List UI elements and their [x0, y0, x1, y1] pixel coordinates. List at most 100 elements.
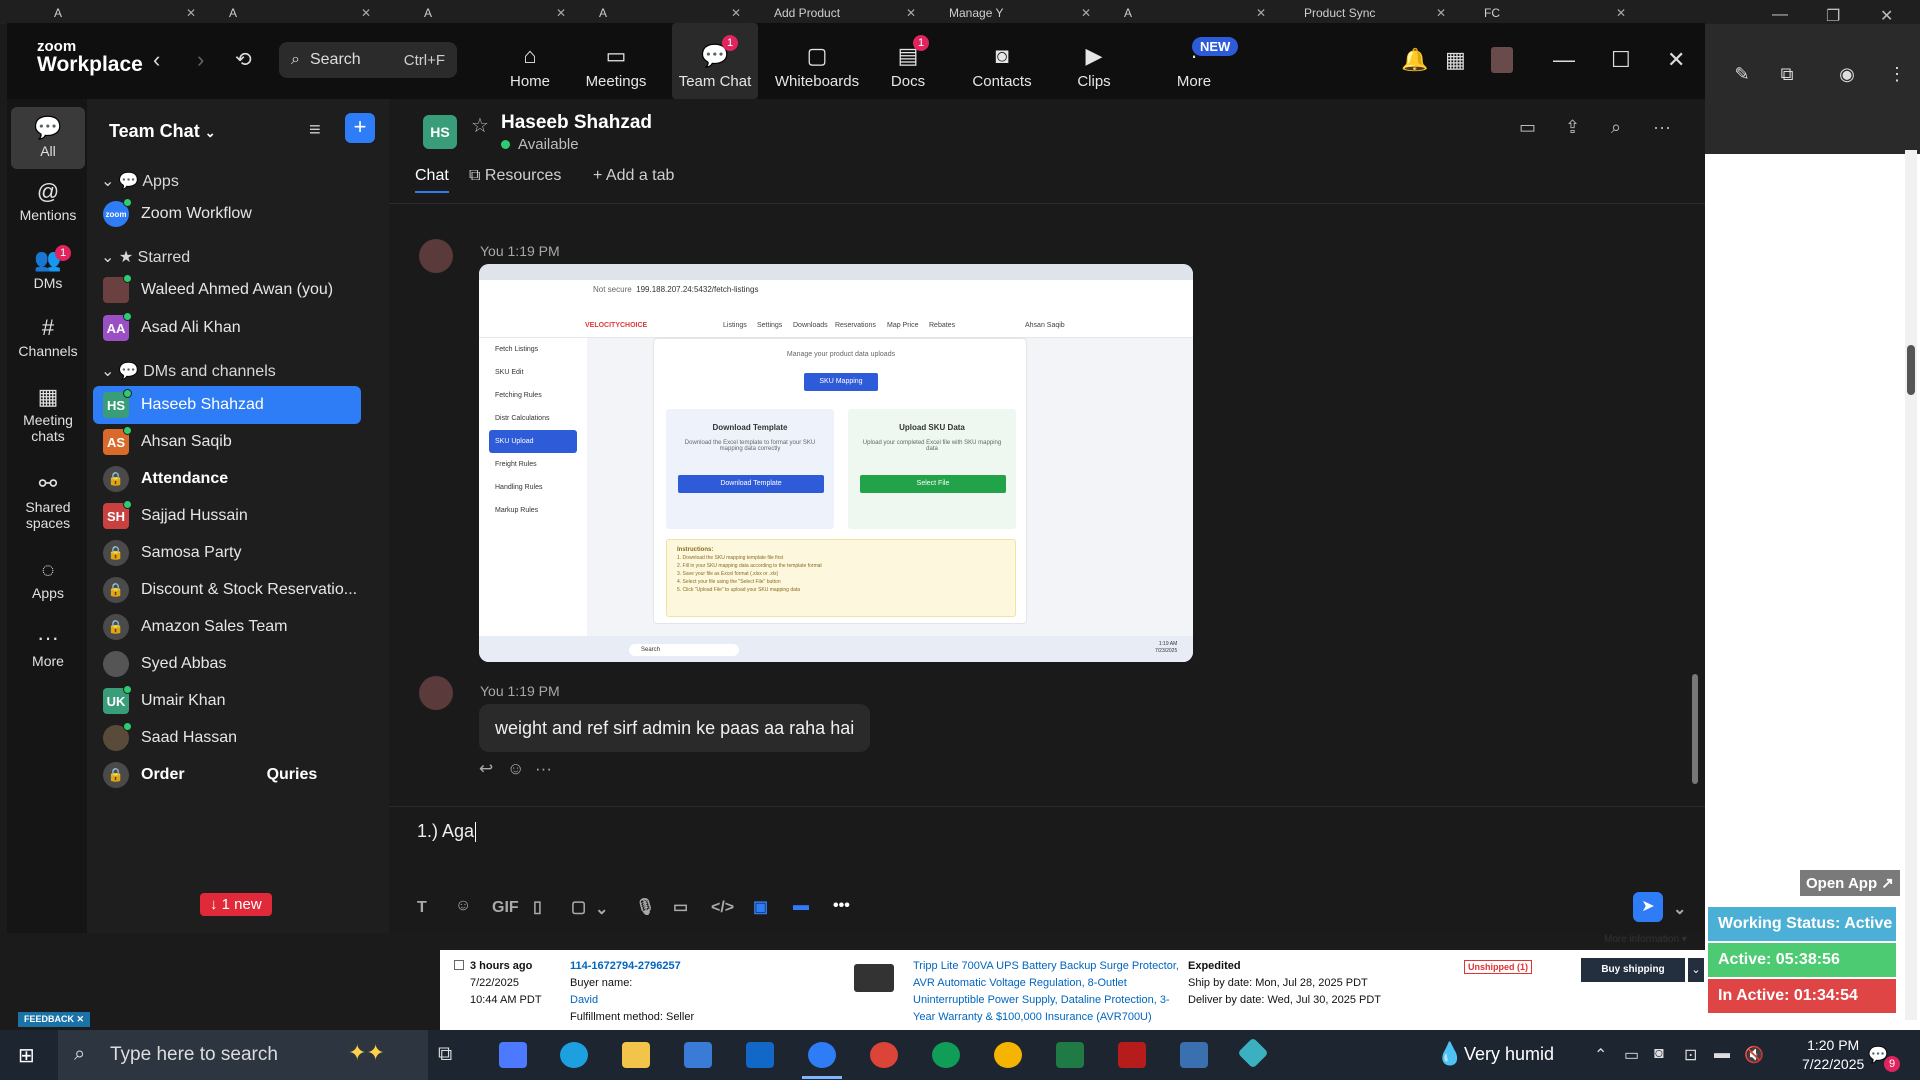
row-checkbox[interactable] [454, 960, 464, 970]
calendar-icon[interactable]: ▦ [1445, 47, 1466, 73]
edge-icon[interactable] [560, 1042, 588, 1068]
browser-tab[interactable]: Product Sync ✕ [1290, 2, 1460, 24]
rail-more[interactable]: ··· More [11, 625, 85, 669]
gif-icon[interactable]: GIF [492, 899, 519, 917]
list-item[interactable]: 🔒 Order Quries [93, 756, 361, 794]
sidebar-title[interactable]: Team Chat ⌄ [109, 121, 216, 142]
message-image-attachment[interactable]: Not secure 199.188.207.24:5432/fetch-lis… [479, 264, 1193, 662]
send-button[interactable]: ➤ [1633, 892, 1663, 922]
rail-shared-spaces[interactable]: ⚯ Shared spaces [11, 471, 85, 531]
chrome-icon[interactable] [870, 1042, 898, 1068]
device-icon[interactable]: ⊡ [1684, 1045, 1697, 1065]
star-icon[interactable]: ☆ [471, 113, 489, 138]
close-icon[interactable]: ✕ [906, 6, 916, 20]
nav-team-chat[interactable]: 💬 Team Chat 1 [672, 23, 758, 99]
format-text-icon[interactable]: T [417, 899, 427, 917]
close-icon[interactable]: ✕ [731, 6, 741, 20]
filter-icon[interactable]: ≡ [309, 119, 321, 142]
screen-share-icon[interactable]: ⇪ [1565, 117, 1580, 138]
taskbar-clock[interactable]: 1:20 PM 7/22/2025 [1802, 1036, 1864, 1074]
copilot-icon[interactable] [499, 1042, 527, 1068]
video-clip-icon[interactable]: ▭ [673, 897, 688, 917]
nav-home[interactable]: ⌂ Home [487, 23, 573, 99]
emoji-icon[interactable]: ☺ [455, 897, 471, 915]
nav-whiteboards[interactable]: ▢ Whiteboards [767, 23, 867, 99]
search-icon[interactable]: ⌕ [1611, 117, 1621, 138]
browser-tab[interactable]: FC ✕ [1470, 2, 1640, 24]
nav-docs[interactable]: ▤ Docs 1 [865, 23, 951, 99]
feedback-button[interactable]: FEEDBACK ✕ [18, 1012, 91, 1027]
volume-muted-icon[interactable]: 🔇 [1744, 1045, 1764, 1065]
close-icon[interactable]: ✕ [1081, 6, 1091, 20]
screenshot-icon[interactable]: ▢ [571, 897, 586, 917]
nav-more[interactable]: · More [1151, 23, 1237, 99]
more-options-icon[interactable]: ··· [1653, 117, 1671, 138]
more-options-icon[interactable]: ••• [833, 897, 850, 915]
list-item[interactable]: SH Sajjad Hussain [93, 497, 361, 535]
message-bubble[interactable]: weight and ref sirf admin ke paas aa rah… [479, 704, 871, 752]
new-messages-button[interactable]: ↓ 1 new [200, 893, 272, 916]
reply-icon[interactable]: ↩ [479, 759, 493, 779]
weather-drop-icon[interactable]: 💧 [1436, 1041, 1463, 1067]
close-icon[interactable]: ✕ [1436, 6, 1446, 20]
rail-dms[interactable]: 👥 DMs 1 [11, 245, 85, 291]
list-item[interactable]: AA Asad Ali Khan [93, 309, 361, 347]
nav-meetings[interactable]: ▭ Meetings [573, 23, 659, 99]
nav-clips[interactable]: ▶ Clips [1051, 23, 1137, 99]
close-icon[interactable]: ✕ [361, 6, 371, 20]
taskbar-search-input[interactable]: ⌕ Type here to search ✦✦ [58, 1030, 428, 1080]
new-chat-button[interactable]: + [345, 113, 375, 143]
section-dms[interactable]: ⌄ 💬 DMs and channels [101, 361, 276, 381]
avatar[interactable] [1491, 47, 1513, 73]
camera-icon[interactable]: ◙ [1654, 1045, 1664, 1063]
bell-icon[interactable]: 🔔 [1401, 47, 1428, 73]
chrome-icon[interactable] [994, 1042, 1022, 1068]
forward-arrow-icon[interactable]: › [197, 47, 204, 73]
maximize-icon[interactable]: ☐ [1611, 47, 1631, 73]
code-icon[interactable]: </> [711, 899, 734, 917]
minimize-icon[interactable]: — [1553, 47, 1575, 73]
close-icon[interactable]: ✕ [186, 6, 196, 20]
profile-avatar-icon[interactable]: ◉ [1835, 64, 1859, 88]
app-icon[interactable] [1237, 1037, 1269, 1069]
close-icon[interactable]: ✕ [1667, 47, 1685, 73]
list-item[interactable]: Syed Abbas [93, 645, 361, 683]
list-item[interactable]: zoom Zoom Workflow [93, 195, 361, 233]
browser-tab[interactable]: A ✕ [1110, 2, 1280, 24]
message-input[interactable]: 1.) Aga [417, 821, 477, 843]
list-item[interactable]: UK Umair Khan [93, 682, 361, 720]
chevron-down-icon[interactable]: ⌄ [595, 899, 608, 919]
rail-meeting-chats[interactable]: ▦ Meeting chats [11, 384, 85, 444]
list-item[interactable]: 🔒 Discount & Stock Reservatio... [93, 571, 361, 609]
windows-start-icon[interactable]: ⊞ [18, 1043, 35, 1068]
close-icon[interactable]: ✕ [1256, 6, 1266, 20]
list-item[interactable]: 🔒 Attendance [93, 460, 361, 498]
more-information-link[interactable]: More information ▾ [1604, 934, 1687, 945]
browser-tab[interactable]: A ✕ [40, 2, 210, 24]
calculator-icon[interactable] [1180, 1042, 1208, 1068]
browser-tab[interactable]: Add Product ✕ [760, 2, 930, 24]
list-item[interactable]: 🔒 Amazon Sales Team [93, 608, 361, 646]
file-icon[interactable]: ▯ [533, 897, 542, 917]
battery-icon[interactable]: ▬ [1714, 1045, 1730, 1063]
filezilla-icon[interactable] [1118, 1042, 1146, 1068]
browser-tab[interactable]: A ✕ [585, 2, 755, 24]
back-arrow-icon[interactable]: ‹ [153, 47, 160, 73]
app-icon[interactable]: ▣ [753, 897, 768, 917]
weather-text[interactable]: Very humid [1464, 1044, 1554, 1065]
product-title-link[interactable]: Tripp Lite 700VA UPS Battery Backup Surg… [913, 958, 1189, 1026]
list-item[interactable]: 🔒 Samosa Party [93, 534, 361, 572]
extension-icon[interactable]: ✎ [1730, 64, 1754, 88]
rail-mentions[interactable]: @ Mentions [11, 179, 85, 223]
list-item[interactable]: AS Ahsan Saqib [93, 423, 361, 461]
chevron-down-icon[interactable]: ⌄ [1673, 899, 1686, 919]
video-call-icon[interactable]: ▭ [1519, 117, 1536, 138]
buyer-name-link[interactable]: David [570, 992, 694, 1009]
open-app-button[interactable]: Open App ↗ [1800, 870, 1900, 896]
list-item[interactable]: Waleed Ahmed Awan (you) [93, 271, 361, 309]
rail-channels[interactable]: # Channels [11, 315, 85, 359]
close-icon[interactable]: ✕ [1880, 6, 1893, 26]
chrome-icon[interactable] [932, 1042, 960, 1068]
chat-scrollbar[interactable] [1692, 674, 1698, 784]
tab-chat[interactable]: Chat [415, 167, 449, 193]
